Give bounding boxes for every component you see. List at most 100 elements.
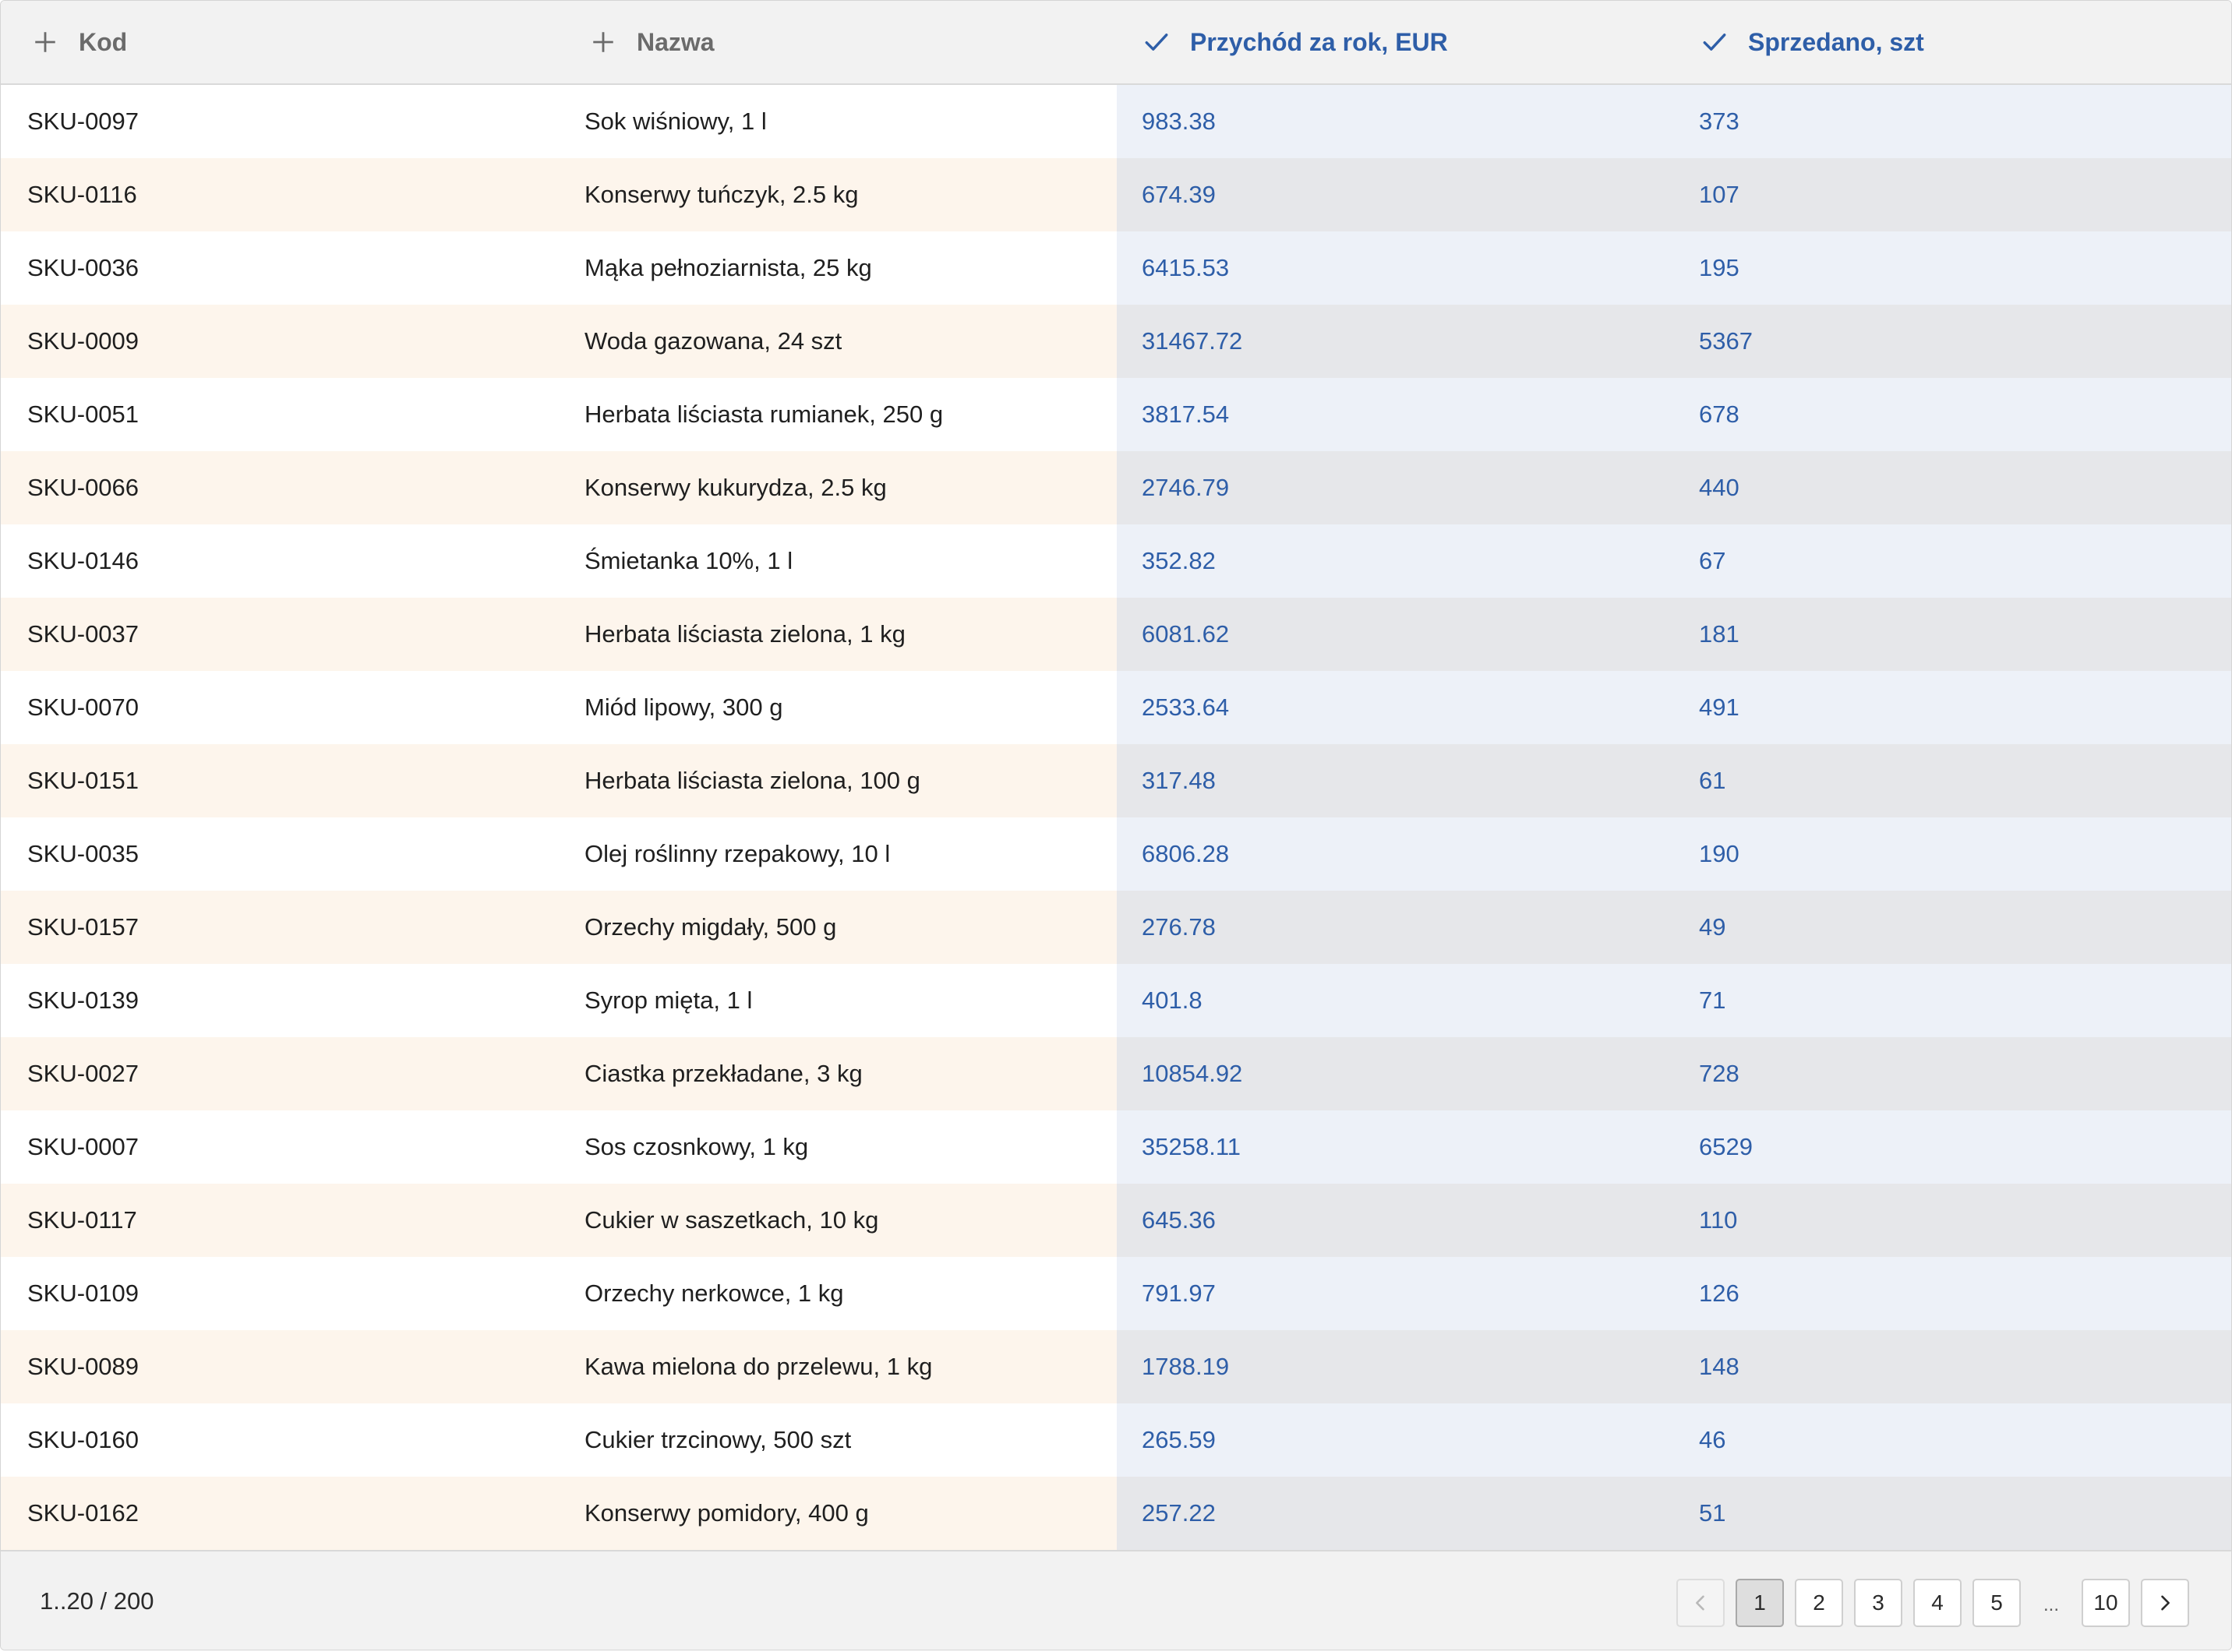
table-body: SKU-0097 Sok wiśniowy, 1 l 983.38 373 SK… [1, 85, 2231, 1550]
table-row[interactable]: SKU-0160 Cukier trzcinowy, 500 szt 265.5… [1, 1403, 2231, 1477]
cell-przychod: 6081.62 [1117, 598, 1673, 671]
table-row[interactable]: SKU-0162 Konserwy pomidory, 400 g 257.22… [1, 1477, 2231, 1550]
column-header-sprzedano[interactable]: Sprzedano, szt [1673, 1, 2231, 83]
cell-przychod: 276.78 [1117, 891, 1673, 964]
table-row[interactable]: SKU-0116 Konserwy tuńczyk, 2.5 kg 674.39… [1, 158, 2231, 231]
plus-icon[interactable] [590, 29, 616, 55]
table-row[interactable]: SKU-0027 Ciastka przekładane, 3 kg 10854… [1, 1037, 2231, 1110]
cell-sprzedano: 67 [1673, 524, 2231, 598]
cell-nazwa: Syrop mięta, 1 l [559, 964, 1117, 1037]
cell-kod: SKU-0151 [1, 744, 559, 817]
cell-kod: SKU-0037 [1, 598, 559, 671]
table-row[interactable]: SKU-0051 Herbata liściasta rumianek, 250… [1, 378, 2231, 451]
cell-kod: SKU-0035 [1, 817, 559, 891]
table-row[interactable]: SKU-0036 Mąka pełnoziarnista, 25 kg 6415… [1, 231, 2231, 305]
cell-przychod: 3817.54 [1117, 378, 1673, 451]
table-row[interactable]: SKU-0157 Orzechy migdały, 500 g 276.78 4… [1, 891, 2231, 964]
check-icon[interactable] [1701, 29, 1728, 55]
cell-nazwa: Konserwy pomidory, 400 g [559, 1477, 1117, 1550]
cell-nazwa: Konserwy tuńczyk, 2.5 kg [559, 158, 1117, 231]
cell-sprzedano: 678 [1673, 378, 2231, 451]
cell-kod: SKU-0089 [1, 1330, 559, 1403]
cell-przychod: 35258.11 [1117, 1110, 1673, 1184]
cell-przychod: 265.59 [1117, 1403, 1673, 1477]
cell-nazwa: Herbata liściasta rumianek, 250 g [559, 378, 1117, 451]
chevron-left-icon [1696, 1595, 1704, 1611]
next-page-button[interactable] [2141, 1579, 2189, 1627]
cell-kod: SKU-0146 [1, 524, 559, 598]
cell-przychod: 645.36 [1117, 1184, 1673, 1257]
cell-sprzedano: 728 [1673, 1037, 2231, 1110]
table-row[interactable]: SKU-0139 Syrop mięta, 1 l 401.8 71 [1, 964, 2231, 1037]
cell-kod: SKU-0009 [1, 305, 559, 378]
cell-sprzedano: 107 [1673, 158, 2231, 231]
cell-przychod: 6806.28 [1117, 817, 1673, 891]
cell-przychod: 352.82 [1117, 524, 1673, 598]
cell-przychod: 1788.19 [1117, 1330, 1673, 1403]
cell-nazwa: Śmietanka 10%, 1 l [559, 524, 1117, 598]
cell-przychod: 2746.79 [1117, 451, 1673, 524]
column-header-nazwa[interactable]: Nazwa [559, 1, 1117, 83]
page-button-4[interactable]: 4 [1913, 1579, 1962, 1627]
page-button-2[interactable]: 2 [1795, 1579, 1843, 1627]
cell-kod: SKU-0027 [1, 1037, 559, 1110]
cell-nazwa: Cukier w saszetkach, 10 kg [559, 1184, 1117, 1257]
table-header: Kod Nazwa Przychód za rok, EUR Sprzedano… [1, 1, 2231, 85]
table-row[interactable]: SKU-0009 Woda gazowana, 24 szt 31467.72 … [1, 305, 2231, 378]
column-header-kod[interactable]: Kod [1, 1, 559, 83]
cell-nazwa: Mąka pełnoziarnista, 25 kg [559, 231, 1117, 305]
column-header-label: Przychód za rok, EUR [1190, 27, 1448, 56]
table-row[interactable]: SKU-0070 Miód lipowy, 300 g 2533.64 491 [1, 671, 2231, 744]
table-row[interactable]: SKU-0146 Śmietanka 10%, 1 l 352.82 67 [1, 524, 2231, 598]
cell-kod: SKU-0162 [1, 1477, 559, 1550]
page-button-3[interactable]: 3 [1854, 1579, 1902, 1627]
cell-sprzedano: 491 [1673, 671, 2231, 744]
cell-sprzedano: 51 [1673, 1477, 2231, 1550]
table-row[interactable]: SKU-0089 Kawa mielona do przelewu, 1 kg … [1, 1330, 2231, 1403]
data-grid: Kod Nazwa Przychód za rok, EUR Sprzedano… [0, 0, 2232, 1650]
column-header-label: Kod [79, 27, 128, 56]
column-header-przychod[interactable]: Przychód za rok, EUR [1117, 1, 1673, 83]
table-row[interactable]: SKU-0097 Sok wiśniowy, 1 l 983.38 373 [1, 85, 2231, 158]
cell-nazwa: Orzechy migdały, 500 g [559, 891, 1117, 964]
cell-przychod: 791.97 [1117, 1257, 1673, 1330]
cell-przychod: 401.8 [1117, 964, 1673, 1037]
cell-kod: SKU-0070 [1, 671, 559, 744]
cell-sprzedano: 126 [1673, 1257, 2231, 1330]
table-row[interactable]: SKU-0117 Cukier w saszetkach, 10 kg 645.… [1, 1184, 2231, 1257]
table-row[interactable]: SKU-0037 Herbata liściasta zielona, 1 kg… [1, 598, 2231, 671]
pagination: 1 2 3 4 5 ... 10 [1665, 1578, 2189, 1628]
cell-kod: SKU-0007 [1, 1110, 559, 1184]
table-row[interactable]: SKU-0007 Sos czosnkowy, 1 kg 35258.11 65… [1, 1110, 2231, 1184]
prev-page-button[interactable] [1676, 1579, 1725, 1627]
table-row[interactable]: SKU-0109 Orzechy nerkowce, 1 kg 791.97 1… [1, 1257, 2231, 1330]
cell-nazwa: Herbata liściasta zielona, 100 g [559, 744, 1117, 817]
cell-sprzedano: 5367 [1673, 305, 2231, 378]
cell-sprzedano: 181 [1673, 598, 2231, 671]
chevron-right-icon [2161, 1595, 2170, 1611]
cell-kod: SKU-0066 [1, 451, 559, 524]
column-header-label: Nazwa [637, 27, 715, 56]
cell-nazwa: Olej roślinny rzepakowy, 10 l [559, 817, 1117, 891]
cell-sprzedano: 195 [1673, 231, 2231, 305]
cell-przychod: 2533.64 [1117, 671, 1673, 744]
cell-przychod: 983.38 [1117, 85, 1673, 158]
cell-sprzedano: 71 [1673, 964, 2231, 1037]
cell-kod: SKU-0109 [1, 1257, 559, 1330]
cell-nazwa: Woda gazowana, 24 szt [559, 305, 1117, 378]
table-row[interactable]: SKU-0035 Olej roślinny rzepakowy, 10 l 6… [1, 817, 2231, 891]
cell-nazwa: Miód lipowy, 300 g [559, 671, 1117, 744]
page-button-1[interactable]: 1 [1736, 1579, 1784, 1627]
table-row[interactable]: SKU-0066 Konserwy kukurydza, 2.5 kg 2746… [1, 451, 2231, 524]
plus-icon[interactable] [32, 29, 58, 55]
table-row[interactable]: SKU-0151 Herbata liściasta zielona, 100 … [1, 744, 2231, 817]
page-button-10[interactable]: 10 [2082, 1579, 2130, 1627]
page-button-5[interactable]: 5 [1972, 1579, 2021, 1627]
cell-sprzedano: 6529 [1673, 1110, 2231, 1184]
cell-nazwa: Herbata liściasta zielona, 1 kg [559, 598, 1117, 671]
cell-przychod: 6415.53 [1117, 231, 1673, 305]
cell-sprzedano: 190 [1673, 817, 2231, 891]
column-header-label: Sprzedano, szt [1748, 27, 1924, 56]
check-icon[interactable] [1143, 29, 1170, 55]
cell-nazwa: Orzechy nerkowce, 1 kg [559, 1257, 1117, 1330]
